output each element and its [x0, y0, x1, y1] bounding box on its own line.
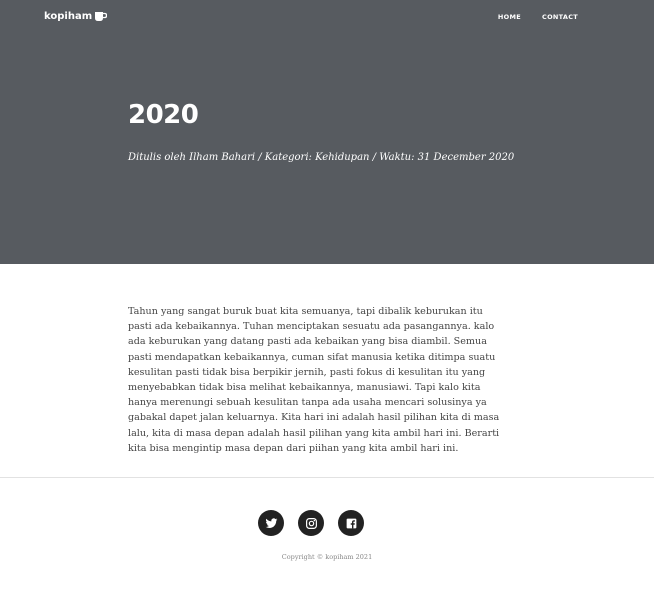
footer-divider — [0, 477, 654, 478]
copyright-text: Copyright © kopiham 2021 — [281, 553, 373, 561]
instagram-link[interactable] — [298, 510, 324, 536]
nav-home-link[interactable]: HOME — [498, 13, 521, 21]
twitter-link[interactable] — [258, 510, 284, 536]
post-meta: Ditulis oleh Ilham Bahari / Kategori: Ke… — [128, 152, 515, 163]
hero-banner: kopiham HOME CONTACT 2020 Ditulis oleh I… — [0, 0, 654, 264]
twitter-icon — [265, 517, 277, 528]
nav-contact-link[interactable]: CONTACT — [542, 13, 578, 21]
main-nav: HOME CONTACT — [498, 13, 578, 21]
instagram-icon — [305, 517, 317, 529]
brand-logo[interactable]: kopiham — [44, 11, 108, 22]
post-title: 2020 — [128, 100, 199, 130]
brand-name: kopiham — [44, 11, 93, 22]
post-body: Tahun yang sangat buruk buat kita semuan… — [128, 306, 500, 454]
coffee-cup-icon — [95, 12, 108, 21]
facebook-icon — [346, 518, 356, 528]
social-links — [258, 510, 364, 536]
facebook-link[interactable] — [338, 510, 364, 536]
